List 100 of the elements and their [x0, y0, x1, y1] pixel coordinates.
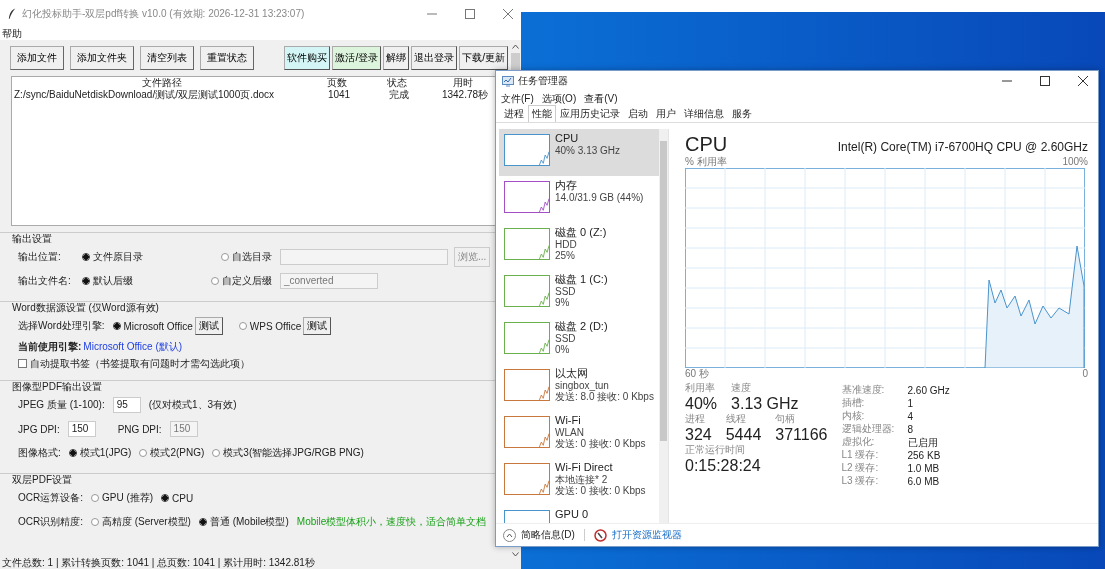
status-text: 文件总数: 1 | 累计转换页数: 1041 | 总页数: 1041 | 累计用时: 1342.81秒: [1, 557, 316, 569]
test-button[interactable]: 测试: [194, 317, 223, 335]
checkbox[interactable]: 自动提取书签（书签提取有问题时才需勾选此项）: [18, 356, 250, 371]
close-icon[interactable]: [1078, 76, 1088, 86]
toolbar-button[interactable]: 添加文件: [10, 46, 64, 70]
task-manager-icon: [502, 75, 514, 87]
tab[interactable]: 详细信息: [680, 105, 728, 122]
collapse-icon[interactable]: [503, 528, 516, 542]
resource-item[interactable]: CPU 40% 3.13 GHz: [499, 129, 659, 176]
tab[interactable]: 性能: [528, 105, 556, 122]
window-title: 幻化投标助手-双层pdf转换 v10.0 (有效期: 2026-12-31 13:23:07): [22, 7, 305, 21]
tab[interactable]: 应用历史记录: [556, 105, 624, 122]
radio-button[interactable]: 默认后缀: [82, 274, 133, 288]
resource-item[interactable]: 以太网 singbox_tun 发送: 8.0 接收: 0 Kbps: [499, 364, 659, 411]
toolbar-button[interactable]: 重置状态: [200, 46, 254, 70]
column-header[interactable]: 用时: [432, 77, 494, 89]
field-label: OCR识别精度:: [18, 515, 83, 529]
dpi-field[interactable]: 150: [67, 421, 96, 437]
spec-label: 逻辑处理器:: [841, 423, 896, 436]
radio-button[interactable]: 高精度 (Server模型): [91, 515, 191, 529]
toolbar-button[interactable]: 下载/更新: [459, 46, 508, 70]
column-header[interactable]: 文件路径: [12, 77, 312, 89]
group-title: Word数据源设置 (仅Word源有效): [12, 302, 162, 314]
hint-text: (仅对模式1、3有效): [148, 398, 237, 412]
resource-detail: SSD: [555, 333, 577, 344]
suffix-field[interactable]: _converted: [280, 273, 378, 289]
axis-label: 100%: [1062, 156, 1088, 168]
spec-value: 8: [907, 423, 915, 436]
menu-item[interactable]: 帮助: [2, 28, 22, 39]
stat-label: 利用率: [685, 382, 716, 394]
toolbar-button[interactable]: 激活/登录: [332, 46, 382, 70]
toolbar-button[interactable]: 清空列表: [140, 46, 194, 70]
menu-item[interactable]: 文件(F): [501, 91, 534, 106]
monitor-icon[interactable]: [593, 528, 607, 542]
toolbar-button[interactable]: 解绑: [383, 46, 410, 70]
resource-item[interactable]: 磁盘 2 (D:) SSD 0%: [499, 317, 659, 364]
processor-model: Intel(R) Core(TM) i7-6700HQ CPU @ 2.60GHz: [837, 140, 1088, 154]
quality-field[interactable]: 95: [112, 397, 141, 413]
window-title: 任务管理器: [518, 74, 568, 88]
field-label: PNG DPI:: [117, 423, 162, 435]
stat-value: 5444: [725, 425, 762, 444]
resource-detail: 9%: [555, 297, 571, 308]
tab[interactable]: 进程: [500, 105, 528, 122]
spec-value: 1: [907, 397, 915, 410]
resource-item[interactable]: Wi-Fi Direct 本地连接* 2 发送: 0 接收: 0 Kbps: [499, 458, 659, 505]
stat-label: 句柄: [775, 413, 797, 425]
toolbar-button[interactable]: 添加文件夹: [70, 46, 134, 70]
scroll-up-icon[interactable]: [512, 44, 519, 49]
radio-button[interactable]: Microsoft Office: [112, 320, 193, 332]
radio-button[interactable]: CPU: [161, 492, 194, 504]
spec-label: L1 缓存:: [841, 449, 880, 462]
scroll-down-icon[interactable]: [512, 552, 519, 557]
resource-item[interactable]: GPU 0: [499, 505, 659, 523]
toolbar-button[interactable]: 软件购买: [284, 46, 331, 70]
resource-monitor-link[interactable]: 打开资源监视器: [611, 528, 682, 542]
test-button[interactable]: 测试: [303, 317, 332, 335]
tab[interactable]: 服务: [728, 105, 756, 122]
maximize-icon[interactable]: [1040, 76, 1050, 86]
spec-label: L3 缓存:: [841, 475, 880, 488]
radio-button[interactable]: 模式3(智能选择JPG/RGB PNG): [212, 446, 364, 460]
menu-item[interactable]: 查看(V): [584, 91, 618, 106]
summary-link[interactable]: 简略信息(D): [521, 528, 575, 542]
radio-button[interactable]: WPS Office: [238, 320, 302, 332]
stat-value: 324: [685, 425, 712, 444]
resource-name: 磁盘 0 (Z:): [555, 226, 607, 239]
radio-button[interactable]: GPU (推荐): [91, 491, 154, 505]
resource-item[interactable]: 内存 14.0/31.9 GB (44%): [499, 176, 659, 223]
column-header[interactable]: 页数: [312, 77, 362, 89]
stat-value: 0:15:28:24: [685, 456, 762, 475]
spec-label: 基准速度:: [841, 384, 886, 397]
stat-label: 速度: [731, 382, 753, 394]
radio-button[interactable]: 普通 (Mobile模型): [198, 515, 289, 529]
menu-item[interactable]: 选项(O): [541, 91, 577, 106]
axis-label: % 利用率: [685, 156, 727, 168]
resource-detail: 发送: 8.0 接收: 0 Kbps: [555, 391, 654, 402]
tab[interactable]: 启动: [624, 105, 652, 122]
resource-item[interactable]: 磁盘 0 (Z:) HDD 25%: [499, 223, 659, 270]
resource-name: Wi-Fi: [555, 414, 582, 427]
toolbar-button[interactable]: 退出登录: [411, 46, 458, 70]
feather-icon: [8, 8, 16, 20]
field-label: 输出位置:: [18, 250, 62, 264]
radio-button[interactable]: 模式1(JPG): [68, 446, 132, 460]
spec-value: 1.0 MB: [907, 462, 941, 475]
resource-item[interactable]: Wi-Fi WLAN 发送: 0 接收: 0 Kbps: [499, 411, 659, 458]
spec-label: 插槽:: [841, 397, 866, 410]
radio-button[interactable]: 文件原目录: [82, 250, 143, 264]
radio-button[interactable]: 自选目录: [221, 250, 272, 264]
directory-field[interactable]: [280, 249, 448, 265]
tab[interactable]: 用户: [652, 105, 680, 122]
spec-label: 内核:: [841, 410, 866, 423]
stat-label: 线程: [725, 413, 747, 425]
scrollbar[interactable]: [659, 129, 668, 523]
hint-text: Mobile模型体积小，速度快，适合简单文档: [296, 515, 487, 529]
radio-button[interactable]: 模式2(PNG): [139, 446, 205, 460]
resource-name: Wi-Fi Direct: [555, 461, 614, 474]
radio-button[interactable]: 自定义后缀: [211, 274, 272, 288]
resource-name: GPU 0: [555, 508, 588, 521]
column-header[interactable]: 状态: [362, 77, 432, 89]
resource-detail: 40% 3.13 GHz: [555, 145, 621, 156]
resource-item[interactable]: 磁盘 1 (C:) SSD 9%: [499, 270, 659, 317]
